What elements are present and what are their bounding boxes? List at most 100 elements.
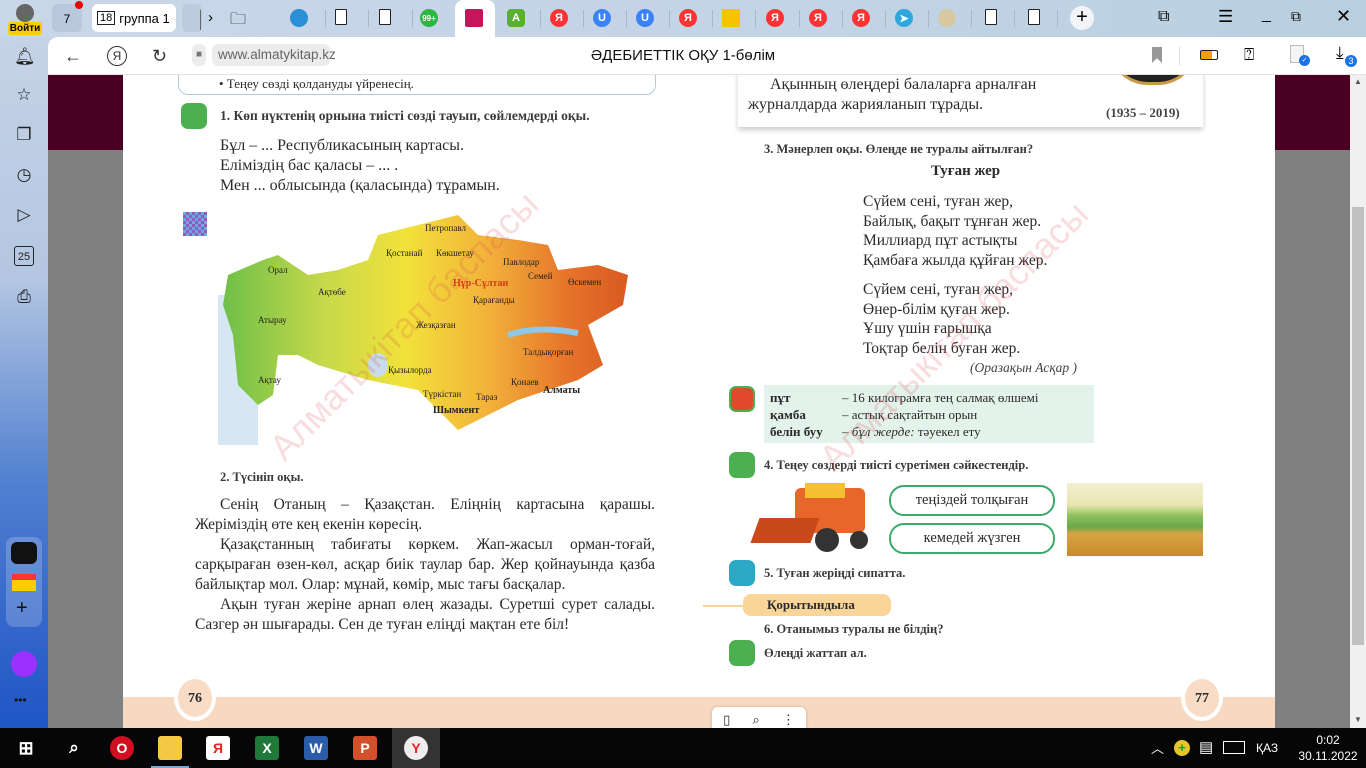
task1-heading: 1. Көп нүктенің орнына тиісті сөзді тауы… [220,108,590,123]
notifications-icon[interactable]: ▤ [1199,738,1213,756]
tray-app-icon[interactable]: + [1174,740,1190,756]
more-options-icon[interactable]: ⋮ [782,712,795,728]
u-icon[interactable]: U [636,9,654,27]
match-option[interactable]: кемедей жүзген [889,523,1055,554]
history-icon[interactable]: ◷ [14,165,34,185]
check-badge-icon: ✓ [1299,55,1310,66]
yandex-icon[interactable]: Я [679,9,697,27]
alice-icon[interactable] [11,651,37,677]
poem-line: Байлық, бақыт тұнған жер. [863,212,1042,230]
lock-icon[interactable]: ■ [192,44,206,66]
file-explorer-icon[interactable] [158,736,182,760]
reload-icon[interactable]: ↻ [152,46,167,66]
book-icon[interactable] [465,9,483,27]
tab-group[interactable]: 18 группа 1 [92,4,176,32]
close-button[interactable]: ✕ [1336,6,1351,27]
yandex-home-icon[interactable]: Я [107,46,127,66]
downloads-icon[interactable]: ⤓ 3 [1336,43,1357,67]
scrollbar[interactable]: ▲ ▼ [1350,75,1366,728]
scroll-down-arrow[interactable]: ▼ [1354,715,1362,724]
telegram-icon[interactable]: ➤ [895,9,913,27]
excel-icon[interactable]: X [255,736,279,760]
camera-app-icon[interactable] [11,542,37,564]
paragraph: Сенің Отаның – Қазақстан. Еліңнің картас… [195,496,655,533]
glossary-term: қамба [770,407,806,422]
green-a-icon[interactable]: A [507,9,525,27]
word-icon[interactable]: W [304,736,328,760]
author-bio-box: Ақынның өлеңдері балаларға арналған журн… [738,75,1203,127]
new-tab-button[interactable]: + [1070,6,1094,30]
video-icon[interactable]: ▷ [14,205,34,225]
scroll-up-arrow[interactable]: ▲ [1354,77,1362,86]
tab-bar: Войти 7 18 группа 1 › 🗀 99+ A Я U U Я Я … [0,0,1366,37]
reading-text: Сенің Отаның – Қазақстан. Еліңнің картас… [195,495,655,635]
powerpoint-icon[interactable]: P [353,736,377,760]
yandex-icon[interactable]: Я [809,9,827,27]
collections-icon[interactable]: ❐ [14,125,34,145]
document-icon[interactable] [1028,9,1040,25]
mail-icon[interactable] [12,574,36,591]
home-tab-button[interactable]: 7 [52,1,83,32]
task5-icon [729,560,755,586]
profile-button[interactable]: Войти [8,2,42,35]
language-indicator[interactable]: ҚАЗ [1256,741,1278,755]
screenshot-icon[interactable]: ⎙ [14,287,34,307]
notification-dot [75,1,83,9]
emblem-icon[interactable] [938,9,956,27]
bookmark-page-icon[interactable]: ▯ [723,712,730,728]
sentence: Еліміздің бас қаласы – ... . [220,157,399,174]
opera-icon[interactable]: O [110,736,134,760]
sentence: Бұл – ... Республикасының картасы. [220,137,465,154]
task4-heading: 4. Теңеу сөздерді тиісті суретімен сәйке… [764,458,1029,472]
task5-heading: 5. Туған жеріңді сипатта. [764,566,906,580]
document-icon[interactable] [335,9,347,25]
document-icon[interactable] [985,9,997,25]
chevron-right-icon[interactable]: › [208,9,213,26]
yandex-icon[interactable]: Я [550,9,568,27]
match-option[interactable]: теңіздей толқыған [889,485,1055,516]
page-number-left: 76 [174,675,216,721]
menu-icon[interactable]: ☰ [1218,7,1233,27]
yandex-icon[interactable]: Я [766,9,784,27]
u-icon[interactable]: U [593,9,611,27]
add-app-icon[interactable]: + [16,597,28,620]
keyboard-icon[interactable] [1223,741,1245,754]
scrollbar-thumb[interactable] [1352,207,1364,645]
clock[interactable]: 0:02 30.11.2022 [1295,732,1361,764]
goal-text: • Теңеу сөзді қолдануды үйренесің. [219,76,414,91]
yandex-browser-taskbar-button[interactable]: Y [392,728,440,768]
search-doc-icon[interactable]: ⌕ [752,712,759,728]
more-icon[interactable]: ••• [14,693,27,707]
windows-taskbar: ⊞ ⌕ O Я X W P Y ︿ + ▤ ҚАЗ 0:02 30.11.202… [0,728,1366,768]
star-icon[interactable]: ☆ [14,85,34,105]
windows-start-icon[interactable]: ⊞ [14,736,38,760]
url-field[interactable]: www.almatykitap.kz [212,44,336,66]
page-number-right: 77 [1181,675,1223,721]
search-icon[interactable]: ⌕ [62,736,86,760]
bell-icon[interactable]: 🔔︎ [14,47,36,67]
book-spread: • Теңеу сөзді қолдануды үйренесің. 1. Кө… [123,75,1275,728]
calendar-icon[interactable]: 25 [14,246,34,266]
collapsed-group[interactable] [182,4,202,32]
whatsapp-icon[interactable]: 99+ [420,9,438,27]
new-group-icon[interactable]: 🗀 [230,8,246,35]
yandex-icon[interactable]: Я [852,9,870,27]
battery-saver-icon[interactable] [1200,50,1218,60]
author-years: (1935 – 2019) [1106,105,1180,120]
tray-chevron-icon[interactable]: ︿ [1151,738,1164,757]
bookmarks-panel-icon[interactable]: ⧉ [1158,8,1169,26]
document-icon[interactable] [379,9,391,25]
address-bar: ← Я ↻ ■ www.almatykitap.kz ӘДЕБИЕТТІК ОҚ… [48,37,1366,75]
qr-code-icon[interactable] [183,212,207,236]
restore-button[interactable]: ⧉ [1291,8,1301,25]
bookmark-icon[interactable] [1152,47,1162,63]
date: 30.11.2022 [1298,749,1358,763]
reader-mode-icon[interactable]: ⍰ [1244,45,1254,65]
extension-icon[interactable]: ✓ [1290,45,1310,66]
author-portrait [1108,75,1198,85]
back-icon[interactable]: ← [64,46,82,66]
minimize-button[interactable]: _ [1262,6,1271,24]
image-icon[interactable] [722,9,740,27]
globe-icon[interactable] [290,9,308,27]
yandex-icon[interactable]: Я [206,736,230,760]
